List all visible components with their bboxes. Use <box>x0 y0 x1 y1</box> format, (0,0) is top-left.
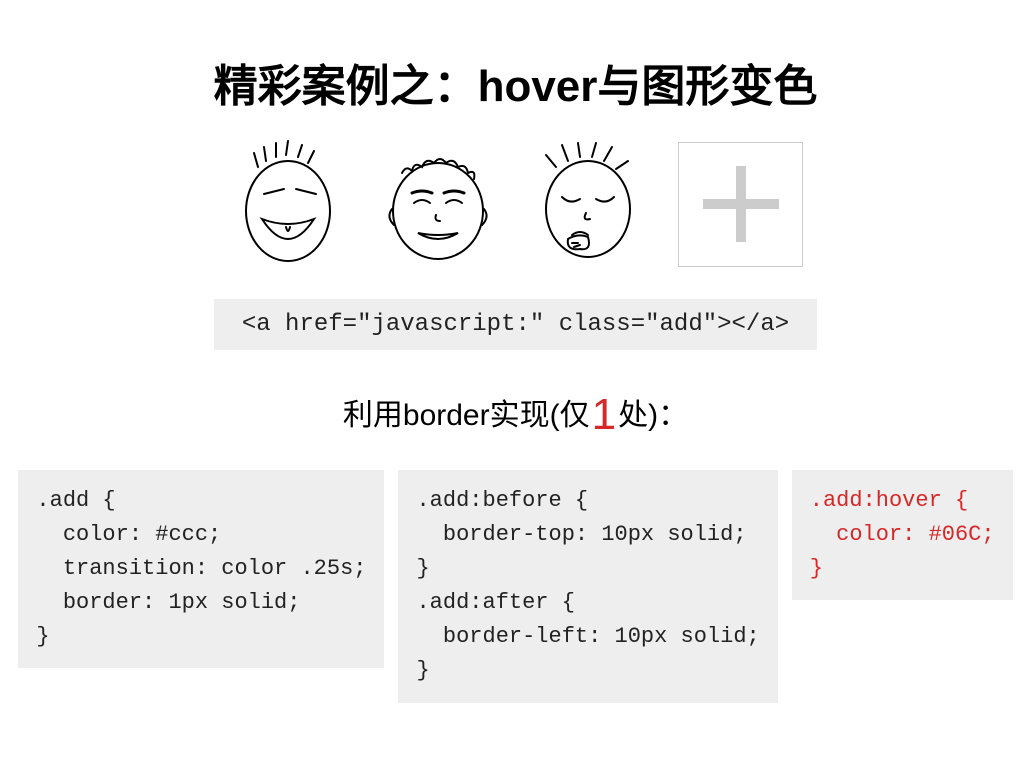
add-button[interactable] <box>678 142 803 267</box>
code-block-hover: .add:hover { color: #06C; } <box>792 470 1013 600</box>
face-smiling <box>378 139 498 269</box>
subtitle-highlight: 1 <box>590 390 618 439</box>
plus-icon <box>703 166 779 242</box>
code-block-add: .add { color: #ccc; transition: color .2… <box>18 470 384 668</box>
code-blocks-row: .add { color: #ccc; transition: color .2… <box>0 470 1031 703</box>
code-block-pseudo: .add:before { border-top: 10px solid; } … <box>398 470 777 703</box>
subtitle-suffix: 处)： <box>618 399 688 432</box>
face-laughing <box>228 139 348 269</box>
html-snippet: <a href="javascript:" class="add"></a> <box>214 299 817 350</box>
page-title: 精彩案例之：hover与图形变色 <box>0 50 1031 114</box>
subtitle-prefix: 利用border实现(仅 <box>343 399 590 432</box>
subtitle: 利用border实现(仅1处)： <box>0 390 1031 440</box>
face-eating <box>528 139 648 269</box>
faces-row <box>0 139 1031 269</box>
